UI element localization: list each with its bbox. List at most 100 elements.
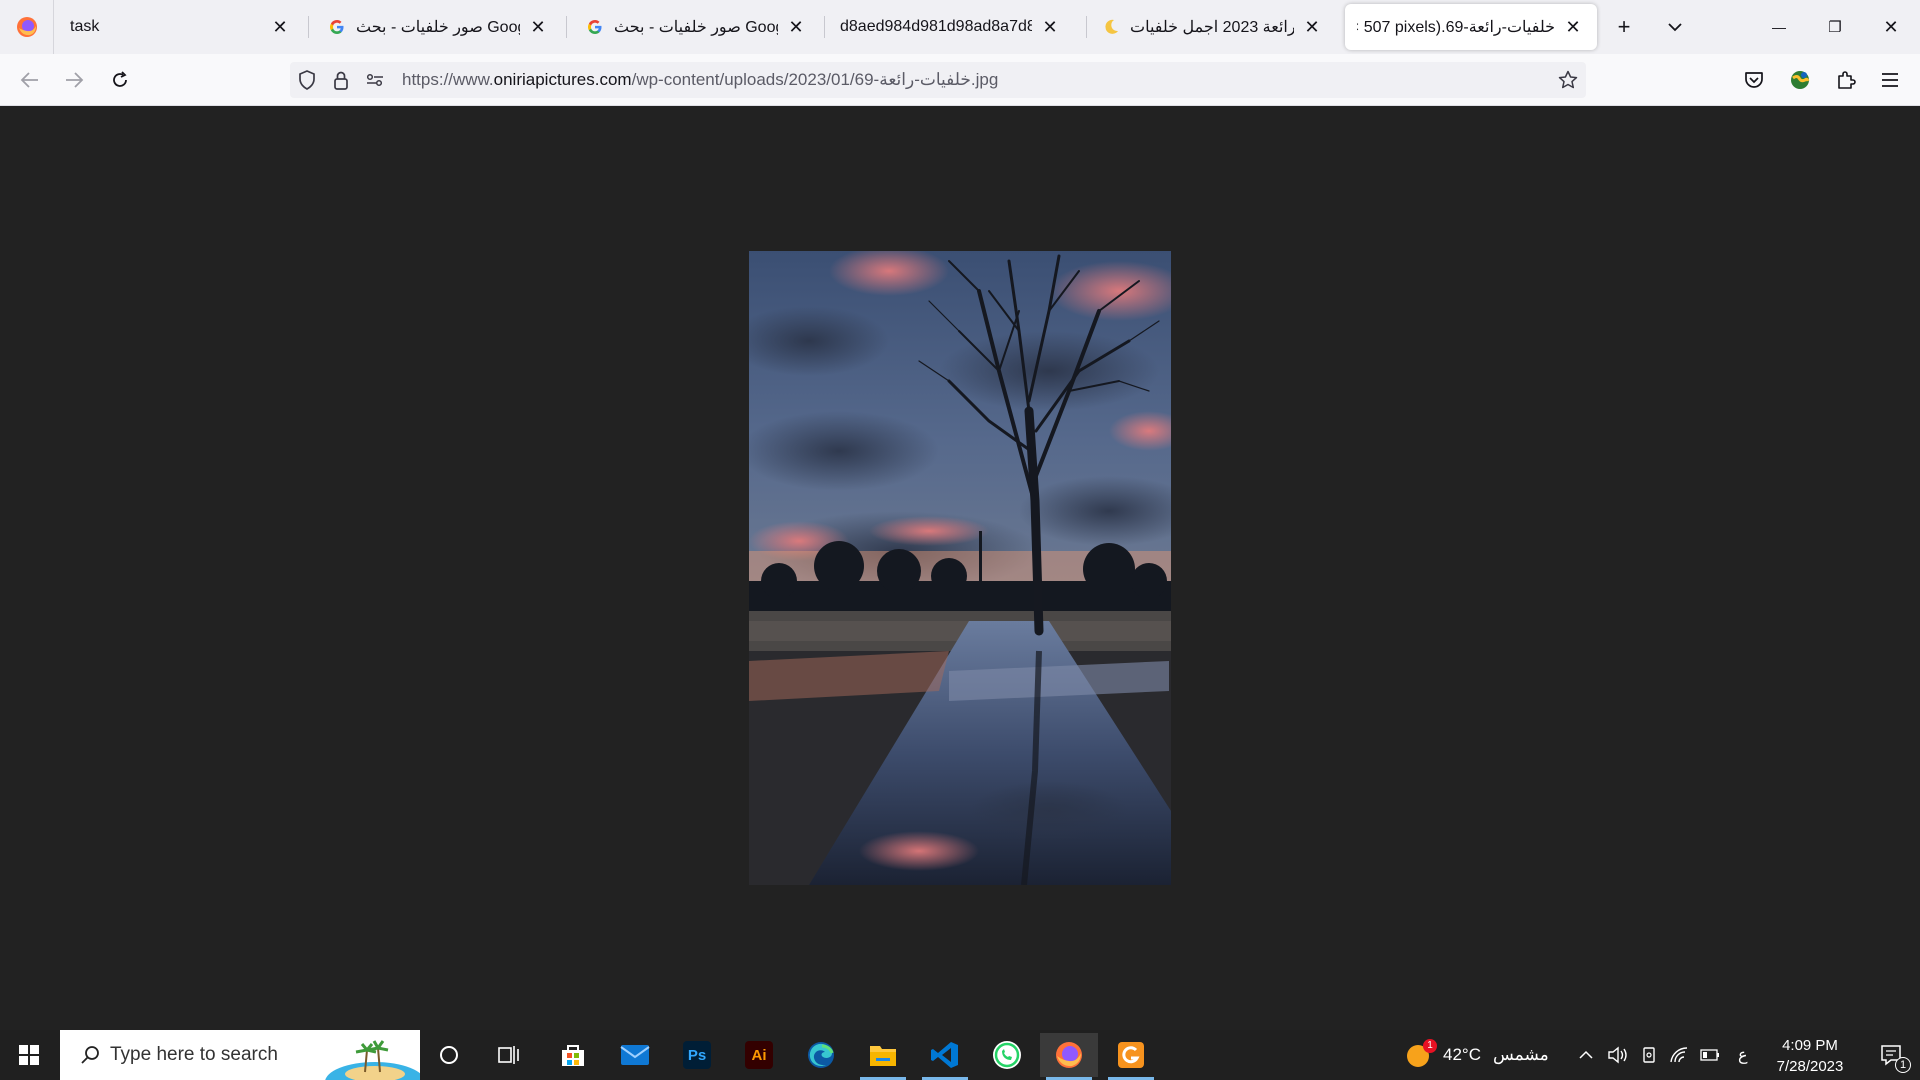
close-tab-icon[interactable]: ✕ bbox=[1038, 15, 1062, 39]
search-icon bbox=[70, 1030, 110, 1080]
tab-strip: task ✕ صور خلفيات - بحث Google ✕ صور خلف… bbox=[0, 0, 1920, 54]
menu-button[interactable] bbox=[1874, 64, 1906, 96]
plus-icon: + bbox=[1617, 14, 1631, 39]
mail-icon bbox=[620, 1045, 650, 1065]
firefox-taskbar-button[interactable] bbox=[1040, 1033, 1098, 1080]
input-language-label: ع bbox=[1738, 1047, 1748, 1064]
url-text[interactable]: https://www.oniriapictures.com/wp-conten… bbox=[402, 70, 1550, 90]
tab-wallpapers-site[interactable]: خلفيات رائعة 2023 اجمل خلفيات ✕ bbox=[1090, 4, 1336, 50]
tab-encoded-url[interactable]: d8aed984d981d98ad8a7d8aa-d ✕ bbox=[828, 4, 1074, 50]
pocket-button[interactable] bbox=[1738, 64, 1770, 96]
extension-globe-button[interactable] bbox=[1784, 64, 1816, 96]
reload-icon bbox=[113, 71, 127, 87]
firefox-icon bbox=[1056, 1042, 1082, 1068]
address-bar[interactable]: https://www.oniriapictures.com/wp-conten… bbox=[290, 62, 1586, 98]
task-view-button[interactable] bbox=[480, 1033, 538, 1077]
moon-icon bbox=[1102, 18, 1120, 36]
lock-icon[interactable] bbox=[324, 63, 358, 97]
arrow-left-icon bbox=[20, 72, 38, 88]
whatsapp-button[interactable] bbox=[978, 1033, 1036, 1077]
bookmark-star-icon[interactable] bbox=[1550, 62, 1586, 98]
clock-time: 4:09 PM bbox=[1782, 1037, 1838, 1054]
meet-now-button[interactable] bbox=[1641, 1030, 1659, 1080]
edge-button[interactable] bbox=[792, 1033, 850, 1077]
tab-image-active[interactable]: خلفيات-رائعة-69.jpg (JPEG Image, 338 × 5… bbox=[1345, 4, 1597, 50]
tab-separator bbox=[1086, 16, 1087, 38]
restore-icon: ❐ bbox=[1828, 19, 1842, 36]
weather-badge: 1 bbox=[1423, 1039, 1437, 1053]
task-view-icon bbox=[498, 1046, 519, 1064]
battery-button[interactable] bbox=[1700, 1030, 1720, 1080]
tab-title: d8aed984d981d98ad8a7d8aa-d bbox=[840, 18, 1032, 35]
tab-separator bbox=[308, 16, 309, 38]
photoshop-button[interactable]: Ps bbox=[668, 1033, 726, 1077]
wifi-icon bbox=[1670, 1047, 1688, 1063]
extensions-button[interactable] bbox=[1830, 64, 1862, 96]
edge-icon bbox=[808, 1042, 834, 1068]
chevron-up-icon bbox=[1579, 1050, 1593, 1059]
notification-count-badge: 1 bbox=[1895, 1057, 1911, 1073]
tree-sunset-reflection-image bbox=[749, 251, 1171, 885]
network-button[interactable] bbox=[1669, 1030, 1689, 1080]
start-button[interactable] bbox=[0, 1030, 58, 1080]
close-tab-icon[interactable]: ✕ bbox=[1300, 15, 1324, 39]
hamburger-menu-icon bbox=[1882, 73, 1898, 87]
file-explorer-button[interactable] bbox=[854, 1033, 912, 1080]
navigation-toolbar: https://www.oniriapictures.com/wp-conten… bbox=[0, 54, 1920, 106]
illustrator-button[interactable]: Ai bbox=[730, 1033, 788, 1077]
permissions-icon[interactable] bbox=[358, 63, 392, 97]
clock-date: 7/28/2023 bbox=[1776, 1058, 1844, 1075]
tab-title: صور خلفيات - بحث Google bbox=[356, 19, 520, 36]
google-g-icon bbox=[328, 18, 346, 36]
minimize-button[interactable]: — bbox=[1756, 0, 1802, 54]
volume-button[interactable] bbox=[1607, 1030, 1629, 1080]
back-button[interactable] bbox=[14, 64, 46, 96]
microsoft-store-button[interactable] bbox=[544, 1033, 602, 1077]
tab-google-search-2[interactable]: صور خلفيات - بحث Google ✕ bbox=[574, 4, 820, 50]
close-tab-icon[interactable]: ✕ bbox=[784, 15, 808, 39]
url-path: /wp-content/uploads/2023/01/69-خلفيات-را… bbox=[631, 70, 999, 89]
wallpaper-image[interactable] bbox=[749, 251, 1171, 885]
show-hidden-icons-button[interactable] bbox=[1578, 1030, 1594, 1080]
close-window-button[interactable]: ✕ bbox=[1868, 0, 1914, 54]
search-placeholder: Type here to search bbox=[110, 1044, 278, 1065]
list-tabs-button[interactable] bbox=[1660, 12, 1690, 42]
forward-button[interactable] bbox=[58, 64, 90, 96]
close-icon: ✕ bbox=[1883, 16, 1899, 37]
tab-title: خلفيات رائعة 2023 اجمل خلفيات bbox=[1130, 19, 1294, 36]
restore-button[interactable]: ❐ bbox=[1812, 0, 1858, 54]
notification-icon: 1 bbox=[1879, 1043, 1911, 1073]
close-tab-icon[interactable]: ✕ bbox=[526, 15, 550, 39]
minimize-icon: — bbox=[1772, 19, 1786, 35]
windows-taskbar: Type here to search Ps Ai 1 42°C مشمس ع … bbox=[0, 1030, 1920, 1080]
tab-google-search-1[interactable]: صور خلفيات - بحث Google ✕ bbox=[316, 4, 562, 50]
windows-logo-icon bbox=[19, 1045, 39, 1065]
taskbar-search-box[interactable]: Type here to search bbox=[60, 1030, 420, 1080]
action-center-button[interactable]: 1 bbox=[1866, 1030, 1916, 1080]
globe-extension-icon bbox=[1791, 71, 1810, 89]
url-domain: oniriapictures.com bbox=[493, 70, 632, 89]
clock[interactable]: 4:09 PM 7/28/2023 bbox=[1760, 1035, 1860, 1077]
vscode-button[interactable] bbox=[916, 1033, 974, 1080]
image-viewer bbox=[0, 106, 1920, 1030]
tab-title: خلفيات-رائعة-69.jpg (JPEG Image, 338 × 5… bbox=[1357, 19, 1555, 36]
reload-button[interactable] bbox=[104, 64, 136, 96]
tab-separator bbox=[566, 16, 567, 38]
weather-description: مشمس bbox=[1492, 1045, 1549, 1064]
tab-title: صور خلفيات - بحث Google bbox=[614, 19, 778, 36]
tab-task[interactable]: task ✕ bbox=[58, 4, 304, 50]
close-tab-icon[interactable]: ✕ bbox=[268, 15, 292, 39]
illustrator-icon: Ai bbox=[745, 1041, 773, 1069]
tracking-protection-icon[interactable] bbox=[290, 63, 324, 97]
gamma-app-button[interactable] bbox=[1102, 1033, 1160, 1080]
whatsapp-icon bbox=[993, 1041, 1021, 1069]
firefox-view-icon[interactable] bbox=[0, 0, 54, 54]
weather-widget[interactable]: 1 42°C مشمس bbox=[1405, 1030, 1549, 1080]
new-tab-button[interactable]: + bbox=[1609, 12, 1639, 42]
close-tab-icon[interactable]: ✕ bbox=[1561, 15, 1585, 39]
gamma-app-icon bbox=[1118, 1042, 1144, 1068]
cortana-button[interactable] bbox=[420, 1033, 478, 1077]
input-language-button[interactable]: ع bbox=[1738, 1030, 1748, 1080]
mail-button[interactable] bbox=[606, 1033, 664, 1077]
camera-icon bbox=[1643, 1047, 1655, 1063]
